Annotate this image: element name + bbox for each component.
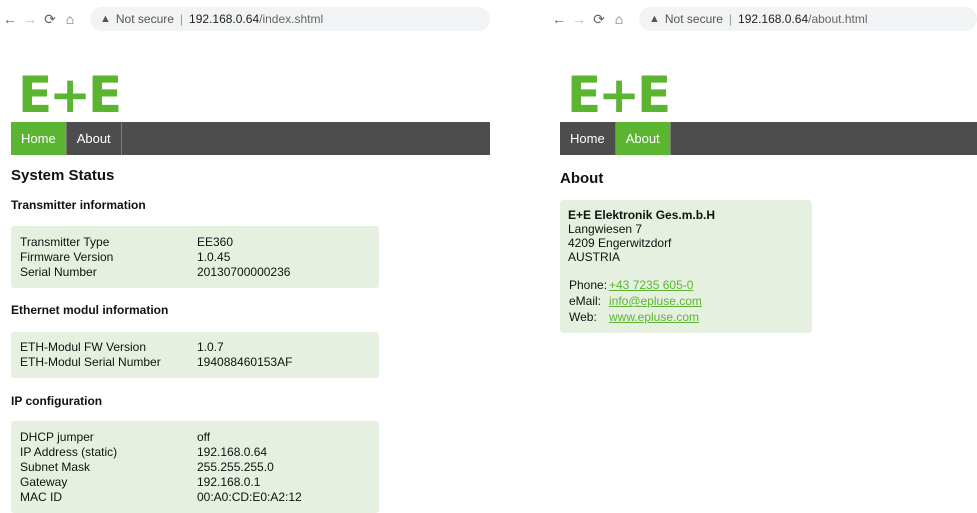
menu-home[interactable]: Home	[11, 122, 67, 155]
info-row: Subnet Mask 255.255.255.0	[11, 460, 379, 475]
info-row: ETH-Modul Serial Number 194088460153AF	[11, 355, 379, 370]
section-title-ip: IP configuration	[11, 394, 103, 408]
back-arrow-icon[interactable]: ←	[549, 11, 569, 27]
nav-menu: Home About	[560, 122, 977, 155]
ip-config-panel: DHCP jumper off IP Address (static) 192.16…	[11, 421, 379, 513]
reload-icon[interactable]: ⟳	[589, 11, 609, 28]
address-line: AUSTRIA	[568, 250, 621, 264]
forward-arrow-icon[interactable]: →	[20, 11, 40, 27]
info-value: 1.0.45	[197, 250, 231, 264]
menu-about[interactable]: About	[67, 122, 122, 155]
info-key: DHCP jumper	[20, 430, 94, 444]
info-row: DHCP jumper off	[11, 430, 379, 445]
address-bar[interactable]: ▲ Not secure | 192.168.0.64/index.shtml	[90, 7, 490, 31]
address-block: E+E Elektronik Ges.m.b.H Langwiesen 7 42…	[568, 208, 715, 264]
section-title-ethernet: Ethernet modul information	[11, 303, 169, 317]
info-key: ETH-Modul FW Version	[20, 340, 147, 354]
info-value: 194088460153AF	[197, 355, 293, 369]
nav-menu: Home About	[11, 122, 490, 155]
page-title: About	[560, 170, 604, 187]
contact-panel: E+E Elektronik Ges.m.b.H Langwiesen 7 42…	[560, 200, 812, 333]
web-link[interactable]: www.epluse.com	[609, 309, 699, 325]
url-path: /about.html	[808, 12, 868, 26]
home-icon[interactable]: ⌂	[60, 11, 80, 27]
info-value: EE360	[197, 235, 234, 249]
address-line: Langwiesen 7	[568, 222, 643, 236]
warning-icon[interactable]: ▲	[649, 13, 660, 25]
info-row: Transmitter Type EE360	[11, 235, 379, 250]
info-value: 192.168.0.64	[197, 445, 268, 459]
left-browser-pane: ← → ⟳ ⌂ ▲ Not secure | 192.168.0.64/inde…	[0, 0, 490, 513]
info-key: IP Address (static)	[20, 445, 118, 459]
info-row: MAC ID 00:A0:CD:E0:A2:12	[11, 490, 379, 505]
ethernet-info-panel: ETH-Modul FW Version 1.0.7 ETH-Modul Seri…	[11, 332, 379, 378]
forward-arrow-icon[interactable]: →	[569, 11, 589, 27]
address-separator: |	[728, 12, 733, 26]
url-host: 192.168.0.64	[189, 12, 260, 26]
phone-link[interactable]: +43 7235 605-0	[609, 277, 693, 293]
warning-icon[interactable]: ▲	[100, 13, 111, 25]
reload-icon[interactable]: ⟳	[40, 11, 60, 28]
phone-label: Phone:	[569, 278, 608, 292]
info-key: Transmitter Type	[20, 235, 110, 249]
browser-toolbar: ← → ⟳ ⌂ ▲ Not secure | 192.168.0.64/inde…	[0, 0, 490, 38]
info-key: Subnet Mask	[20, 460, 91, 474]
company-name: E+E Elektronik Ges.m.b.H	[568, 208, 716, 222]
info-key: Gateway	[20, 475, 68, 489]
info-row: Gateway 192.168.0.1	[11, 475, 379, 490]
url-path: /index.shtml	[259, 12, 324, 26]
email-label: eMail:	[569, 294, 602, 308]
address-separator: |	[179, 12, 184, 26]
home-icon[interactable]: ⌂	[609, 11, 629, 27]
info-key: ETH-Modul Serial Number	[20, 355, 161, 369]
info-value: 1.0.7	[197, 340, 224, 354]
info-value: 255.255.255.0	[197, 460, 274, 474]
transmitter-info-panel: Transmitter Type EE360 Firmware Version 1.…	[11, 226, 379, 288]
info-value: 20130700000236	[197, 265, 291, 279]
web-label: Web:	[569, 310, 597, 324]
menu-about[interactable]: About	[615, 122, 671, 155]
info-value: off	[197, 430, 211, 444]
email-link[interactable]: info@epluse.com	[609, 293, 702, 309]
menu-home[interactable]: Home	[560, 122, 616, 155]
info-key: MAC ID	[20, 490, 62, 504]
info-row: ETH-Modul FW Version 1.0.7	[11, 340, 379, 355]
phone-row: Phone: +43 7235 605-0	[569, 277, 702, 293]
browser-toolbar: ← → ⟳ ⌂ ▲ Not secure | 192.168.0.64/abou…	[549, 0, 977, 38]
not-secure-label: Not secure	[664, 12, 723, 26]
address-line: 4209 Engerwitzdorf	[568, 236, 672, 250]
right-browser-pane: ← → ⟳ ⌂ ▲ Not secure | 192.168.0.64/abou…	[549, 0, 977, 513]
web-row: Web: www.epluse.com	[569, 309, 702, 325]
contact-list: Phone: +43 7235 605-0 eMail: info@epluse…	[569, 277, 702, 325]
info-row: IP Address (static) 192.168.0.64	[11, 445, 379, 460]
info-key: Firmware Version	[20, 250, 114, 264]
info-value: 192.168.0.1	[197, 475, 261, 489]
email-row: eMail: info@epluse.com	[569, 293, 702, 309]
ee-logo: E+E	[18, 66, 122, 124]
url-host: 192.168.0.64	[738, 12, 809, 26]
section-title-transmitter: Transmitter information	[11, 198, 146, 212]
info-row: Firmware Version 1.0.45	[11, 250, 379, 265]
info-row: Serial Number 20130700000236	[11, 265, 379, 280]
info-key: Serial Number	[20, 265, 97, 279]
address-bar[interactable]: ▲ Not secure | 192.168.0.64/about.html	[639, 7, 977, 31]
not-secure-label: Not secure	[115, 12, 174, 26]
back-arrow-icon[interactable]: ←	[0, 11, 20, 27]
ee-logo: E+E	[567, 66, 671, 124]
page-title: System Status	[11, 167, 115, 184]
info-value: 00:A0:CD:E0:A2:12	[197, 490, 302, 504]
